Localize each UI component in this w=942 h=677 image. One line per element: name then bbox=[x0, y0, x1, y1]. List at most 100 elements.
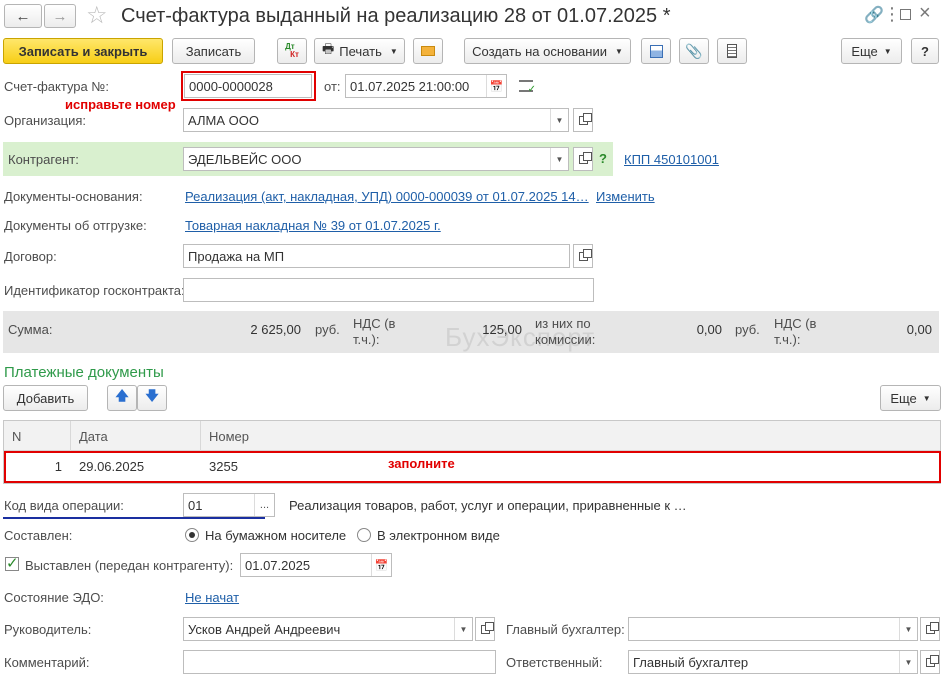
move-down-button[interactable]: 🡇 bbox=[137, 385, 167, 411]
open-icon bbox=[480, 621, 494, 634]
payment-row-highlight bbox=[4, 451, 941, 483]
change-base-documents-link[interactable]: Изменить bbox=[596, 189, 655, 204]
forward-arrow-icon: → bbox=[52, 7, 68, 25]
column-header-date[interactable]: Дата bbox=[79, 429, 108, 444]
arrow-down-icon: 🡇 bbox=[145, 388, 159, 403]
structure-button[interactable] bbox=[641, 38, 671, 64]
column-divider bbox=[200, 421, 201, 451]
manager-label: Руководитель: bbox=[4, 622, 92, 637]
invoice-number-highlight bbox=[181, 71, 316, 101]
column-header-number[interactable]: Номер bbox=[209, 429, 249, 444]
operation-code-underline bbox=[3, 517, 265, 519]
payments-section-title: Платежные документы bbox=[4, 364, 164, 381]
radio-electronic[interactable] bbox=[357, 528, 371, 542]
save-and-close-button[interactable]: Записать и закрыть bbox=[3, 38, 163, 64]
help-button[interactable]: ? bbox=[911, 38, 939, 64]
operation-code-field[interactable]: 01 ... bbox=[183, 493, 275, 517]
contractor-open-button[interactable] bbox=[573, 147, 593, 171]
organization-field[interactable]: АЛМА ООО ▼ bbox=[183, 108, 569, 132]
chevron-down-icon: ▼ bbox=[883, 46, 892, 56]
open-icon bbox=[578, 112, 592, 125]
chevron-down-icon[interactable]: ▼ bbox=[899, 651, 917, 673]
date-label: от: bbox=[324, 79, 341, 94]
chief-accountant-open-button[interactable] bbox=[920, 617, 940, 641]
link-icon[interactable]: 🔗 bbox=[864, 5, 884, 25]
calendar-icon[interactable]: 📅 bbox=[371, 554, 391, 576]
checkmark-icon: ✓ bbox=[6, 555, 19, 572]
base-documents-link[interactable]: Реализация (акт, накладная, УПД) 0000-00… bbox=[185, 189, 589, 204]
composed-label: Составлен: bbox=[4, 528, 73, 543]
comment-field[interactable] bbox=[183, 650, 496, 674]
chevron-down-icon[interactable]: ▼ bbox=[550, 109, 568, 131]
journal-button[interactable] bbox=[717, 38, 747, 64]
responsible-open-button[interactable] bbox=[920, 650, 940, 674]
manager-field[interactable]: Усков Андрей Андреевич ▼ bbox=[183, 617, 473, 641]
responsible-field[interactable]: Главный бухгалтер ▼ bbox=[628, 650, 918, 674]
create-based-on-button[interactable]: Создать на основании ▼ bbox=[464, 38, 631, 64]
open-icon bbox=[578, 151, 592, 164]
more-button[interactable]: Еще ▼ bbox=[841, 38, 902, 64]
chevron-down-icon: ▼ bbox=[389, 46, 398, 56]
edo-status-link[interactable]: Не начат bbox=[185, 590, 239, 605]
attachments-button[interactable]: 📎 bbox=[679, 38, 709, 64]
envelope-icon bbox=[421, 46, 435, 56]
date-field[interactable]: 01.07.2025 21:00:00 📅 bbox=[345, 74, 507, 98]
chevron-down-icon: ▼ bbox=[614, 46, 623, 56]
sum-currency: руб. bbox=[315, 322, 340, 337]
kebab-menu-icon[interactable]: ⋮ bbox=[883, 4, 901, 25]
shipping-documents-link[interactable]: Товарная накладная № 39 от 01.07.2025 г. bbox=[185, 218, 441, 233]
contract-open-button[interactable] bbox=[573, 244, 593, 268]
gov-contract-id-field[interactable] bbox=[183, 278, 594, 302]
fill-in-note: заполните bbox=[388, 456, 455, 471]
chevron-down-icon[interactable]: ▼ bbox=[454, 618, 472, 640]
list-icon bbox=[727, 44, 737, 58]
issued-date-field[interactable]: 01.07.2025 📅 bbox=[240, 553, 392, 577]
printer-icon: 🖶 bbox=[322, 41, 335, 56]
operation-code-label: Код вида операции: bbox=[4, 498, 124, 513]
radio-paper[interactable] bbox=[185, 528, 199, 542]
save-button[interactable]: Записать bbox=[172, 38, 255, 64]
star-icon[interactable]: ☆ bbox=[86, 1, 108, 30]
issued-label: Выставлен (передан контрагенту): bbox=[25, 558, 234, 573]
contractor-help-icon[interactable]: ? bbox=[599, 151, 607, 166]
chief-accountant-field[interactable]: ▼ bbox=[628, 617, 918, 641]
chevron-down-icon: ▼ bbox=[922, 393, 931, 403]
calendar-icon[interactable]: 📅 bbox=[486, 75, 506, 97]
print-button[interactable]: 🖶 Печать ▼ bbox=[314, 38, 405, 64]
commission-currency: руб. bbox=[735, 322, 760, 337]
open-icon bbox=[925, 654, 939, 667]
contractor-field[interactable]: ЭДЕЛЬВЕЙС ООО ▼ bbox=[183, 147, 569, 171]
close-icon[interactable]: × bbox=[919, 2, 931, 25]
radio-paper-label[interactable]: На бумажном носителе bbox=[205, 528, 346, 543]
organization-open-button[interactable] bbox=[573, 108, 593, 132]
issued-checkbox[interactable]: ✓ bbox=[5, 555, 19, 572]
dtkt-button[interactable]: Дт Кт bbox=[277, 38, 307, 64]
radio-electronic-label[interactable]: В электронном виде bbox=[377, 528, 500, 543]
column-divider bbox=[70, 421, 71, 451]
responsible-label: Ответственный: bbox=[506, 655, 603, 670]
column-header-n[interactable]: N bbox=[12, 429, 21, 444]
table-header: N Дата Номер bbox=[4, 421, 940, 451]
add-payment-button[interactable]: Добавить bbox=[3, 385, 88, 411]
maximize-icon[interactable] bbox=[900, 9, 911, 20]
sum-value: 2 625,00 bbox=[250, 322, 301, 337]
edit-history-icon[interactable]: ✓ bbox=[519, 80, 536, 95]
chevron-down-icon[interactable]: ▼ bbox=[550, 148, 568, 170]
move-up-button[interactable]: 🡅 bbox=[107, 385, 137, 411]
vat-label: НДС (в т.ч.): bbox=[353, 316, 396, 347]
dtkt-icon: Дт Кт bbox=[285, 42, 299, 59]
open-icon bbox=[578, 248, 592, 261]
forward-button[interactable]: → bbox=[44, 4, 76, 28]
contract-field[interactable]: Продажа на МП bbox=[183, 244, 570, 268]
chevron-down-icon[interactable]: ▼ bbox=[899, 618, 917, 640]
base-documents-label: Документы-основания: bbox=[4, 189, 143, 204]
kpp-link[interactable]: КПП 450101001 bbox=[624, 152, 719, 167]
payments-more-button[interactable]: Еще ▼ bbox=[880, 385, 941, 411]
structure-icon bbox=[649, 44, 663, 58]
invoice-number-label: Счет-фактура №: bbox=[4, 79, 109, 94]
back-button[interactable]: ← bbox=[4, 4, 42, 28]
fix-number-note: исправьте номер bbox=[65, 97, 176, 112]
manager-open-button[interactable] bbox=[475, 617, 495, 641]
email-button[interactable] bbox=[413, 38, 443, 64]
picker-button[interactable]: ... bbox=[254, 494, 274, 516]
